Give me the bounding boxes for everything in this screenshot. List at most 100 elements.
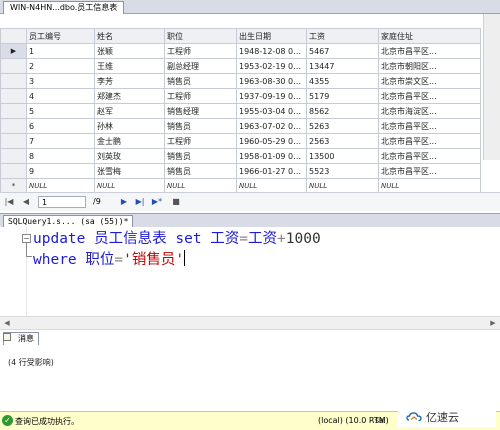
- cell-dob[interactable]: 1948-12-08 00:...: [236, 43, 307, 59]
- cell-position[interactable]: 工程师: [164, 133, 237, 149]
- plus-operator: +: [277, 231, 286, 247]
- cell-salary[interactable]: 5467: [306, 43, 379, 59]
- table-row[interactable]: 2 王维 副总经理 1953-02-19 00:... 13447 北京市朝阳区…: [0, 58, 481, 74]
- table-row[interactable]: ▶ 1 张颖 工程师 1948-12-08 00:... 5467 北京市昌平区…: [0, 43, 481, 59]
- cell-address[interactable]: 北京市昌平区...: [378, 43, 481, 59]
- row-header[interactable]: [0, 118, 27, 134]
- cell-id[interactable]: 3: [26, 73, 95, 89]
- column-header-name[interactable]: 姓名: [94, 28, 165, 44]
- column-header-position[interactable]: 职位: [164, 28, 237, 44]
- tab-messages-label: 消息: [18, 334, 34, 343]
- cell-dob[interactable]: 1963-07-02 00:...: [236, 118, 307, 134]
- cell-address[interactable]: 北京市海淀区...: [378, 103, 481, 119]
- cell-dob[interactable]: 1937-09-19 00:...: [236, 88, 307, 104]
- next-record-icon[interactable]: ▶: [118, 196, 130, 208]
- cell-position[interactable]: 工程师: [164, 88, 237, 104]
- column-header-salary[interactable]: 工资: [306, 28, 379, 44]
- cell-id[interactable]: 2: [26, 58, 95, 74]
- row-header-corner[interactable]: [0, 28, 27, 44]
- cell-position[interactable]: 销售员: [164, 148, 237, 164]
- cell-salary[interactable]: 4355: [306, 73, 379, 89]
- cell-name[interactable]: 王维: [94, 58, 165, 74]
- table-row[interactable]: 3 李芳 销售员 1963-08-30 00:... 4355 北京市崇文区..…: [0, 73, 481, 89]
- cell-dob[interactable]: 1958-01-09 00:...: [236, 148, 307, 164]
- cell-id[interactable]: 7: [26, 133, 95, 149]
- cell-name[interactable]: 郑建杰: [94, 88, 165, 104]
- cell-dob[interactable]: 1963-08-30 00:...: [236, 73, 307, 89]
- cell-id[interactable]: 8: [26, 148, 95, 164]
- cell-name[interactable]: 张雪梅: [94, 163, 165, 179]
- cell-position[interactable]: 销售经理: [164, 103, 237, 119]
- cell-salary[interactable]: 5263: [306, 118, 379, 134]
- cell-name[interactable]: 张颖: [94, 43, 165, 59]
- scroll-right-icon[interactable]: ▶: [488, 319, 498, 327]
- cell-dob[interactable]: 1953-02-19 00:...: [236, 58, 307, 74]
- current-record-input[interactable]: 1: [38, 196, 86, 208]
- row-header[interactable]: [0, 163, 27, 179]
- row-header[interactable]: [0, 148, 27, 164]
- table-row[interactable]: 8 刘英玫 销售员 1958-01-09 00:... 13500 北京市昌平区…: [0, 148, 481, 164]
- table-row[interactable]: 7 金士鹏 工程师 1960-05-29 00:... 2563 北京市昌平区.…: [0, 133, 481, 149]
- cell-salary[interactable]: 5523: [306, 163, 379, 179]
- cell-position[interactable]: 销售员: [164, 163, 237, 179]
- column-header-id[interactable]: 员工编号: [26, 28, 95, 44]
- scroll-left-icon[interactable]: ◀: [2, 319, 12, 327]
- row-header[interactable]: [0, 88, 27, 104]
- cell-salary[interactable]: 8562: [306, 103, 379, 119]
- previous-record-icon[interactable]: ◀: [20, 196, 32, 208]
- results-grid: 员工编号 姓名 职位 出生日期 工资 家庭住址 ▶ 1 张颖 工程师 1948-…: [0, 28, 481, 194]
- query-tab-strip: SQLQuery1.s... (sa (55))*: [0, 213, 500, 228]
- cell-salary[interactable]: 2563: [306, 133, 379, 149]
- cell-name[interactable]: 刘英玫: [94, 148, 165, 164]
- cell-position[interactable]: 销售员: [164, 118, 237, 134]
- new-record-icon[interactable]: ▶*: [151, 196, 163, 208]
- cell-address[interactable]: 北京市昌平区...: [378, 118, 481, 134]
- cell-dob[interactable]: 1966-01-27 00:...: [236, 163, 307, 179]
- table-row[interactable]: 5 赵军 销售经理 1955-03-04 00:... 8562 北京市海淀区.…: [0, 103, 481, 119]
- current-row-indicator-icon[interactable]: ▶: [0, 43, 27, 59]
- tab-table-view[interactable]: WIN-N4HN...dbo.员工信息表: [3, 1, 125, 14]
- first-record-icon[interactable]: |◀: [3, 196, 15, 208]
- row-header[interactable]: [0, 58, 27, 74]
- column-header-address[interactable]: 家庭住址: [378, 28, 481, 44]
- cell-position[interactable]: 副总经理: [164, 58, 237, 74]
- cell-salary[interactable]: 5179: [306, 88, 379, 104]
- cell-address[interactable]: 北京市昌平区...: [378, 148, 481, 164]
- cell-id[interactable]: 6: [26, 118, 95, 134]
- editor-horizontal-scrollbar[interactable]: ◀ ▶: [0, 316, 500, 330]
- cell-id[interactable]: 9: [26, 163, 95, 179]
- cell-id[interactable]: 5: [26, 103, 95, 119]
- cell-dob[interactable]: 1955-03-04 00:...: [236, 103, 307, 119]
- cell-name[interactable]: 金士鹏: [94, 133, 165, 149]
- last-record-icon[interactable]: ▶|: [134, 196, 146, 208]
- grid-vertical-scrollbar[interactable]: [483, 14, 500, 160]
- collapse-icon[interactable]: −: [22, 234, 31, 243]
- cell-name[interactable]: 赵军: [94, 103, 165, 119]
- table-row[interactable]: 6 孙林 销售员 1963-07-02 00:... 5263 北京市昌平区..…: [0, 118, 481, 134]
- messages-icon: [3, 333, 11, 341]
- cell-dob[interactable]: 1960-05-29 00:...: [236, 133, 307, 149]
- cell-salary[interactable]: 13500: [306, 148, 379, 164]
- cell-id[interactable]: 4: [26, 88, 95, 104]
- sql-editor[interactable]: − update 员工信息表 set 工资=工资+1000 where 职位='…: [0, 227, 500, 316]
- results-grid-area: 员工编号 姓名 职位 出生日期 工资 家庭住址 ▶ 1 张颖 工程师 1948-…: [0, 14, 500, 194]
- table-row[interactable]: 4 郑建杰 工程师 1937-09-19 00:... 5179 北京市昌平区.…: [0, 88, 481, 104]
- row-header[interactable]: [0, 73, 27, 89]
- cell-address[interactable]: 北京市朝阳区...: [378, 58, 481, 74]
- cell-name[interactable]: 李芳: [94, 73, 165, 89]
- column-position: 职位: [76, 252, 115, 268]
- cell-position[interactable]: 工程师: [164, 43, 237, 59]
- cell-address[interactable]: 北京市崇文区...: [378, 73, 481, 89]
- table-row[interactable]: 9 张雪梅 销售员 1966-01-27 00:... 5523 北京市昌平区.…: [0, 163, 481, 179]
- cell-id[interactable]: 1: [26, 43, 95, 59]
- column-header-dob[interactable]: 出生日期: [236, 28, 307, 44]
- cell-address[interactable]: 北京市昌平区...: [378, 163, 481, 179]
- cell-name[interactable]: 孙林: [94, 118, 165, 134]
- cell-address[interactable]: 北京市昌平区...: [378, 88, 481, 104]
- cell-address[interactable]: 北京市昌平区...: [378, 133, 481, 149]
- cell-position[interactable]: 销售员: [164, 73, 237, 89]
- row-header[interactable]: [0, 133, 27, 149]
- cell-salary[interactable]: 13447: [306, 58, 379, 74]
- row-header[interactable]: [0, 103, 27, 119]
- stop-icon[interactable]: ■: [170, 196, 182, 208]
